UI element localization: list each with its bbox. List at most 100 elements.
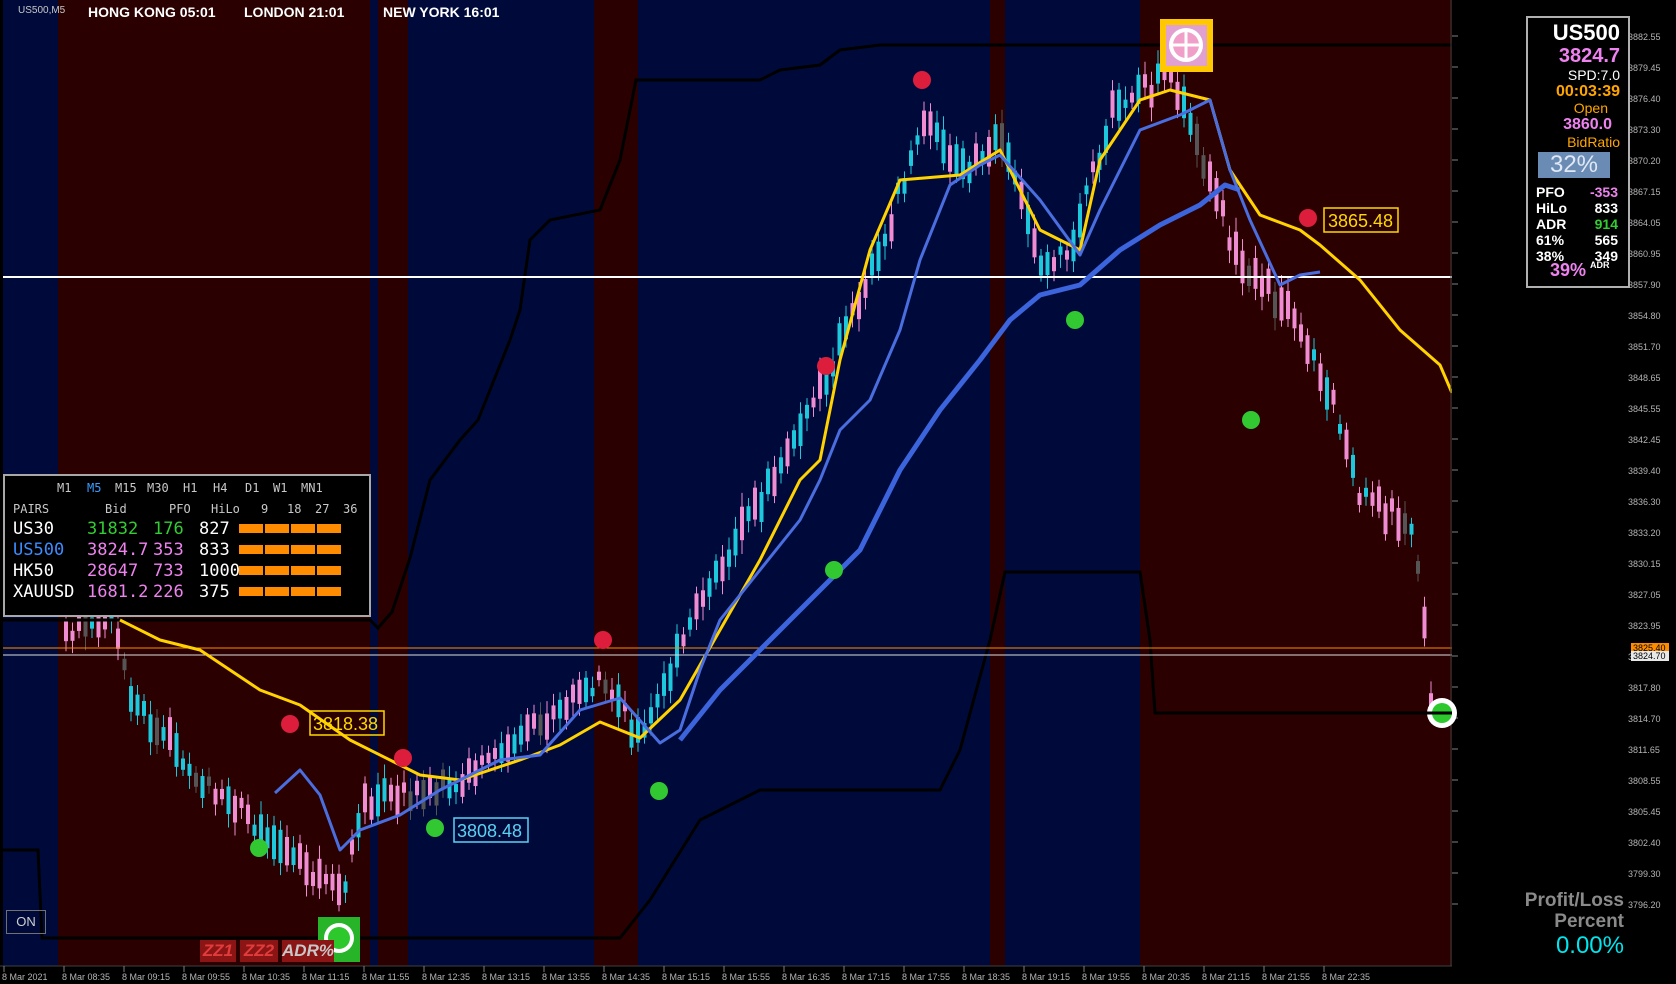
price-tick-label: 3854.80 (1628, 311, 1661, 321)
session-new-york: NEW YORK 16:01 (383, 4, 500, 20)
time-tick-label: 8 Mar 09:55 (182, 972, 230, 982)
time-tick-label: 8 Mar 13:55 (542, 972, 590, 982)
zz2-button[interactable]: ZZ2 (240, 940, 278, 962)
timeframe-m15[interactable]: M15 (115, 481, 137, 495)
high-pivot-dot (594, 631, 612, 649)
candle (1422, 606, 1427, 639)
candle (96, 615, 101, 638)
candle (688, 617, 692, 630)
timeframe-h4[interactable]: H4 (213, 481, 227, 495)
panel-bidratio-label: BidRatio (1567, 134, 1620, 150)
adr-percent-button[interactable]: ADR% (282, 940, 334, 962)
candle (317, 858, 322, 889)
candle (1325, 377, 1329, 410)
session-band-9 (1140, 0, 1452, 966)
strength-bar (265, 545, 289, 554)
candle (532, 713, 536, 729)
candle (1305, 335, 1310, 364)
timeframe-d1[interactable]: D1 (245, 481, 259, 495)
candle (1260, 275, 1264, 297)
zz1-button[interactable]: ZZ1 (200, 940, 236, 962)
stat-value: 565 (1594, 232, 1618, 248)
candle (1208, 161, 1212, 192)
candle (1052, 257, 1056, 272)
candle (447, 779, 452, 799)
candle (798, 413, 803, 447)
table-cell: 353 (153, 540, 184, 560)
price-tick-label: 3882.55 (1628, 32, 1661, 42)
stat-label: ADR (1536, 216, 1567, 232)
panel-adr-percent: 39% (1550, 260, 1587, 280)
on-toggle-button[interactable]: ON (6, 910, 46, 934)
timeframe-h1[interactable]: H1 (183, 481, 197, 495)
price-tick-label: 3817.80 (1628, 683, 1661, 693)
price-tick-label: 3808.55 (1628, 776, 1661, 786)
candle (1195, 123, 1199, 156)
time-tick-label: 8 Mar 12:35 (422, 972, 470, 982)
candle (551, 705, 556, 720)
candle (246, 804, 250, 825)
timeframe-w1[interactable]: W1 (273, 481, 287, 495)
candle (285, 836, 289, 866)
timeframe-m30[interactable]: M30 (147, 481, 169, 495)
candle (1344, 429, 1349, 460)
low-pivot-dot (825, 561, 843, 579)
low-pivot-dot (1242, 411, 1260, 429)
time-tick-label: 8 Mar 11:55 (362, 972, 409, 982)
candle (779, 457, 783, 474)
candle (291, 847, 296, 866)
candle (1234, 231, 1238, 265)
table-cell: 3824.7 (87, 540, 149, 560)
current-price-tag: 3824.70 (1633, 651, 1666, 661)
candle (889, 214, 894, 242)
candle (707, 578, 712, 597)
candle (350, 839, 354, 855)
session-hong-kong: HONG KONG 05:01 (88, 4, 216, 20)
timeframe-mn1[interactable]: MN1 (301, 481, 323, 495)
svg-text:3808.48: 3808.48 (457, 821, 522, 841)
candle (681, 634, 686, 647)
candle (239, 797, 244, 809)
price-tick-label: 3811.65 (1628, 745, 1660, 755)
candle (837, 323, 842, 356)
candle (168, 717, 172, 751)
candle (1377, 486, 1381, 512)
price-tick-label: 3842.45 (1628, 435, 1661, 445)
candle (467, 758, 471, 783)
candle (564, 696, 569, 720)
candle (324, 873, 328, 885)
time-tick-label: 8 Mar 19:55 (1082, 972, 1130, 982)
candle (948, 145, 952, 172)
candle (922, 110, 926, 137)
candle (226, 786, 231, 815)
strength-bar (239, 545, 263, 554)
timeframe-m5[interactable]: M5 (87, 481, 101, 495)
candle (909, 150, 913, 166)
stat-value: -353 (1589, 184, 1618, 200)
candle (161, 727, 166, 741)
candle (772, 466, 777, 497)
symbol-info-panel: US500 3824.7 SPD:7.0 00:03:39 Open 3860.… (1526, 16, 1630, 288)
candle (974, 143, 978, 166)
time-tick-label: 8 Mar 21:15 (1202, 972, 1250, 982)
stat-label: PFO (1536, 184, 1565, 200)
timeframe-m1[interactable]: M1 (57, 481, 71, 495)
column-header: HiLo (211, 502, 240, 516)
strength-bar (265, 587, 289, 596)
time-tick-label: 8 Mar 08:35 (62, 972, 110, 982)
candle (1292, 308, 1297, 329)
profit-loss-value: 0.00% (1555, 932, 1624, 959)
price-tick-label: 3879.45 (1628, 63, 1661, 73)
panel-open-label: Open (1573, 100, 1608, 116)
candle (376, 784, 380, 817)
table-cell: 1000 (199, 561, 240, 581)
candle (343, 881, 348, 893)
candle (311, 871, 315, 887)
price-tick-label: 3876.40 (1628, 94, 1661, 104)
candle (83, 613, 88, 637)
strength-bar (317, 524, 341, 533)
candle (746, 506, 751, 522)
session-band-8 (1005, 0, 1140, 966)
table-cell: 226 (153, 582, 184, 602)
strength-bar (239, 587, 263, 596)
